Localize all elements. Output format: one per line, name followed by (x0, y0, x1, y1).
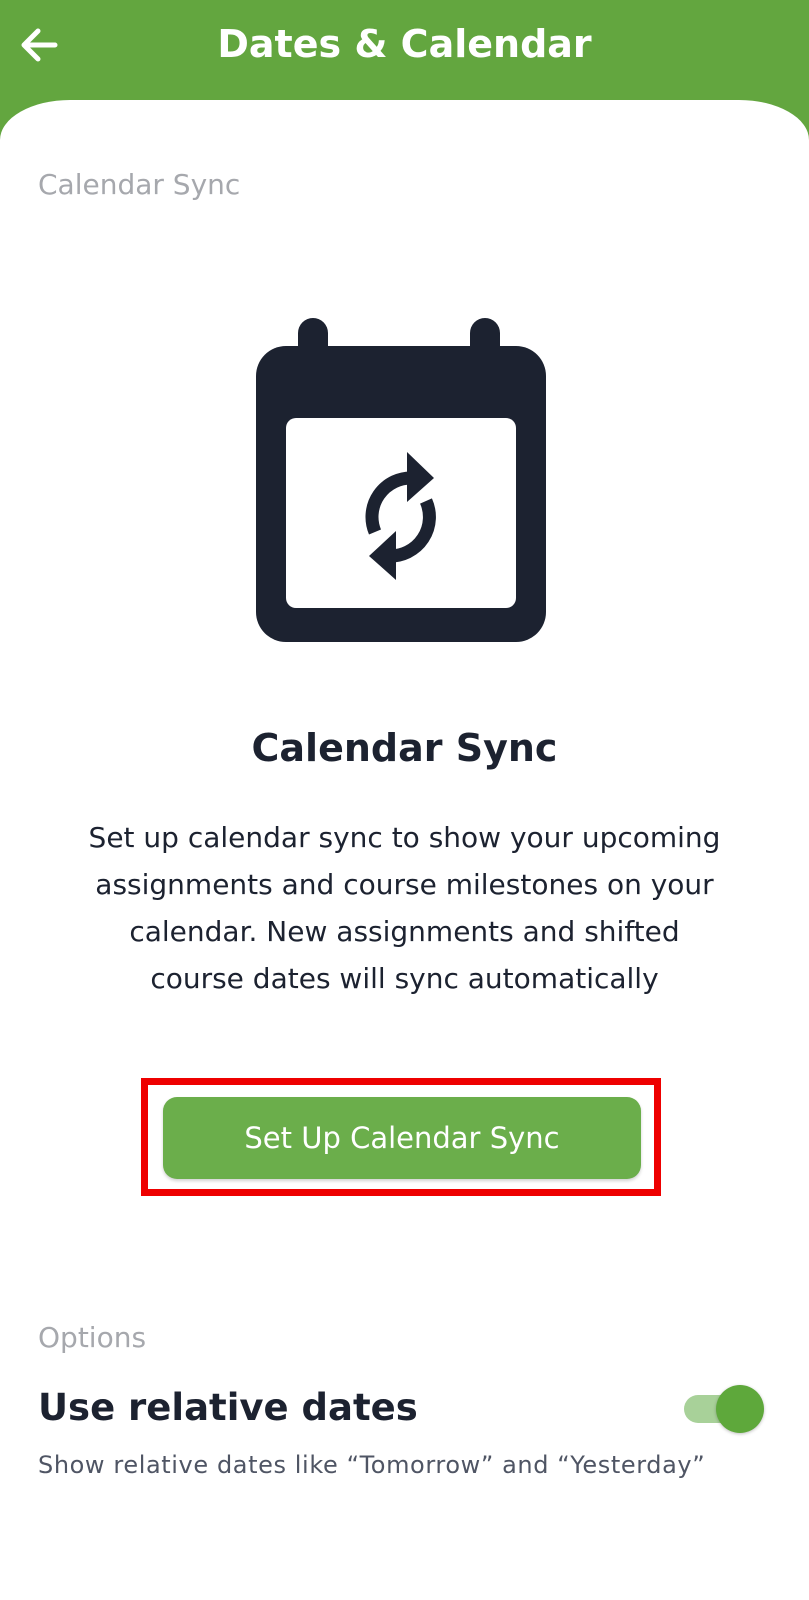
section-label-options: Options (38, 1321, 147, 1354)
calendar-sync-title: Calendar Sync (251, 726, 558, 770)
calendar-sync-icon (256, 318, 546, 642)
page-title: Dates & Calendar (217, 22, 592, 66)
relative-dates-toggle[interactable] (684, 1385, 764, 1433)
relative-dates-description: Show relative dates like “Tomorrow” and … (38, 1451, 706, 1479)
toggle-thumb (716, 1385, 764, 1433)
relative-dates-title: Use relative dates (38, 1386, 418, 1429)
calendar-sync-description: Set up calendar sync to show your upcomi… (88, 821, 721, 995)
section-label-calendar-sync: Calendar Sync (38, 168, 241, 201)
setup-calendar-sync-button[interactable]: Set Up Calendar Sync (163, 1097, 641, 1179)
